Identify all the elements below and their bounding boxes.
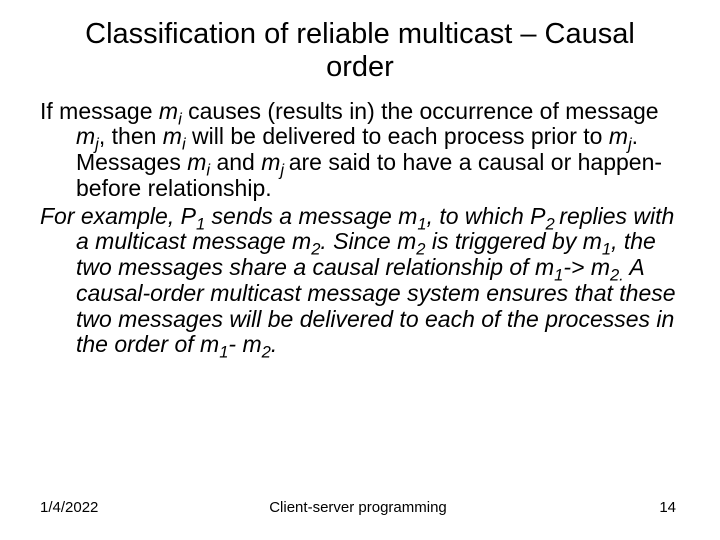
text-italic: - m: [228, 331, 261, 357]
var-mj: mj: [76, 123, 99, 149]
slide-body: If message mi causes (results in) the oc…: [40, 99, 680, 359]
text-italic: For example, P: [40, 203, 196, 229]
text: If message: [40, 98, 159, 124]
var-mi: mi: [163, 123, 186, 149]
m: m: [159, 98, 178, 124]
m: m: [163, 123, 182, 149]
var-mj: mj: [261, 149, 288, 175]
var-mi: mi: [159, 98, 182, 124]
text-italic: , to which P: [427, 203, 546, 229]
text: , then: [99, 123, 163, 149]
var-mj: mj: [609, 123, 632, 149]
text: will be delivered to each process prior …: [186, 123, 609, 149]
slide: Classification of reliable multicast – C…: [0, 0, 720, 540]
sub-2: 2: [262, 343, 271, 362]
footer-title: Client-server programming: [40, 499, 676, 516]
slide-footer: 1/4/2022 Client-server programming 14: [40, 499, 676, 516]
text-italic: .: [271, 331, 277, 357]
text-italic: . Since m: [320, 228, 416, 254]
text-italic: -> m: [563, 254, 610, 280]
m: m: [609, 123, 628, 149]
text: causes (results in) the occurrence of me…: [182, 98, 659, 124]
text-italic: sends a message m: [205, 203, 417, 229]
sub-j: j: [280, 161, 288, 180]
paragraph-example: For example, P1 sends a message m1, to w…: [40, 204, 680, 359]
text-italic: is triggered by m: [425, 228, 601, 254]
sub-1: 1: [219, 343, 228, 362]
var-mi: mi: [187, 149, 210, 175]
m: m: [76, 123, 95, 149]
m: m: [261, 149, 280, 175]
m: m: [187, 149, 206, 175]
slide-title: Classification of reliable multicast – C…: [50, 18, 670, 85]
paragraph-definition: If message mi causes (results in) the oc…: [40, 99, 680, 202]
text: and: [210, 149, 261, 175]
